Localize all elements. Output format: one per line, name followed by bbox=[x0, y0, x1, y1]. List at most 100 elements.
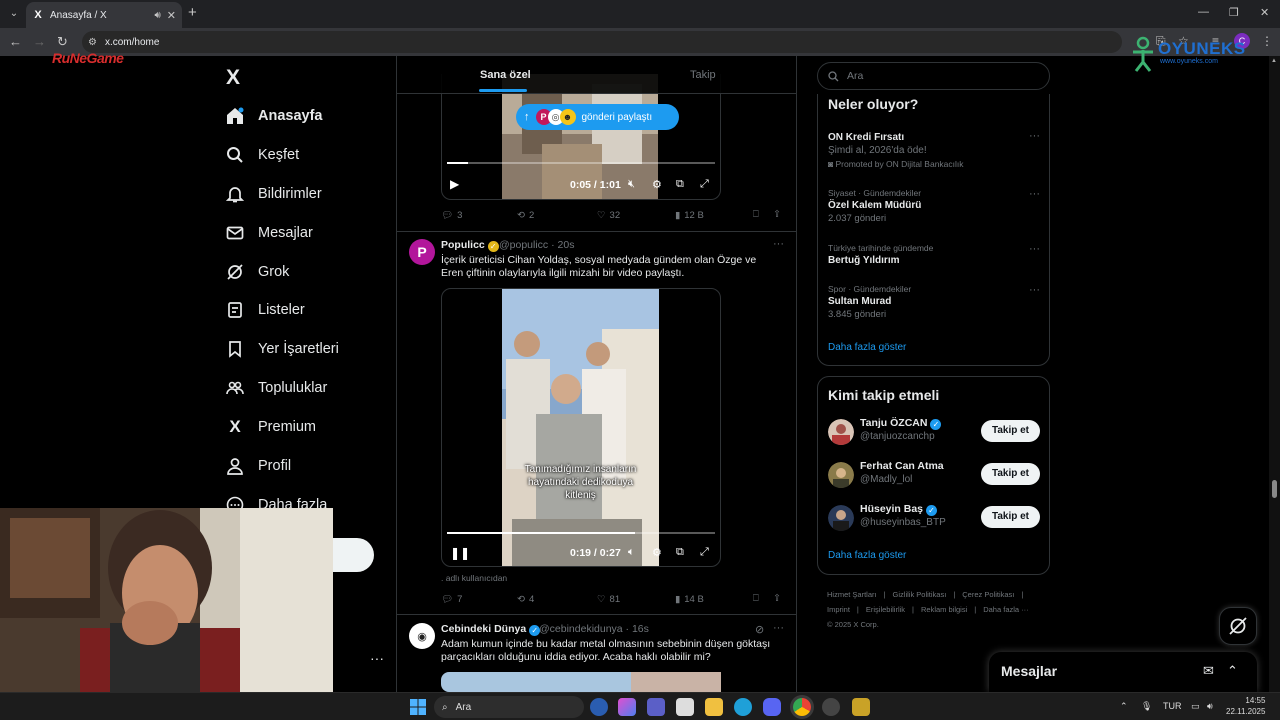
trend-item[interactable]: ON Kredi Fırsatı Şimdi al, 2026'da öde! … bbox=[828, 130, 1040, 169]
taskbar-search[interactable]: ⌕ Ara bbox=[434, 696, 584, 718]
nav-item-notifications[interactable]: Bildirimler bbox=[226, 182, 322, 206]
footer-link[interactable]: Imprint bbox=[827, 605, 850, 614]
show-more-link[interactable]: Daha fazla göster bbox=[828, 550, 906, 561]
copilot-icon[interactable] bbox=[618, 698, 636, 716]
follow-button[interactable]: Takip et bbox=[981, 463, 1040, 485]
tweet-handle[interactable]: @populicc · 20s bbox=[499, 239, 574, 251]
windows-start-icon[interactable] bbox=[410, 699, 426, 715]
speaker-icon[interactable]: 🔊︎ bbox=[154, 10, 160, 21]
share-icon[interactable]: ⇪ bbox=[773, 209, 781, 220]
taskbar-app-icon[interactable] bbox=[590, 698, 608, 716]
show-more-link[interactable]: Daha fazla göster bbox=[828, 342, 906, 353]
volume-icon[interactable]: 🔈︎ bbox=[628, 546, 635, 559]
account-more-icon[interactable]: ··· bbox=[370, 650, 384, 666]
nav-item-premium[interactable]: X Premium bbox=[226, 415, 316, 439]
scrollbar-thumb[interactable] bbox=[1272, 480, 1277, 498]
nav-item-explore[interactable]: Keşfet bbox=[226, 143, 299, 167]
share-icon[interactable]: ⇪ bbox=[773, 593, 781, 604]
expand-up-icon[interactable]: ⌃ bbox=[1227, 663, 1238, 679]
nav-item-home[interactable]: Anasayfa bbox=[226, 104, 322, 128]
edge-icon[interactable] bbox=[734, 698, 752, 716]
tweet-more-icon[interactable]: ··· bbox=[773, 622, 784, 634]
forward-arrow-icon[interactable]: → bbox=[33, 34, 46, 50]
bookmark-action-icon[interactable]: ⎕ bbox=[753, 209, 759, 220]
nav-item-messages[interactable]: Mesajlar bbox=[226, 221, 313, 245]
browser-tab-active[interactable]: X Anasayfa / X 🔊︎ ✕ bbox=[26, 2, 182, 28]
picture-in-picture-icon[interactable]: ⧉ bbox=[676, 546, 684, 559]
tweet-more-icon[interactable]: ··· bbox=[773, 238, 784, 250]
grok-explain-icon[interactable]: ⊘ bbox=[755, 623, 764, 636]
language-indicator[interactable]: TUR bbox=[1163, 701, 1182, 711]
follow-suggestion[interactable]: Tanju ÖZCAN ✓ @tanjuozcanchp Takip et bbox=[828, 417, 1040, 449]
trend-more-icon[interactable]: ··· bbox=[1029, 130, 1040, 142]
reply-action[interactable]: 💬︎ 7 bbox=[441, 594, 462, 605]
follow-button[interactable]: Takip et bbox=[981, 506, 1040, 528]
network-icon[interactable]: ▭ bbox=[1191, 701, 1200, 712]
trend-item[interactable]: Siyaset · Gündemdekiler Özel Kalem Müdür… bbox=[828, 188, 1040, 224]
mute-icon[interactable]: 🔇︎ bbox=[628, 178, 635, 191]
tweet-handle[interactable]: @cebindekidunya · 16s bbox=[539, 623, 649, 635]
tab-search-icon[interactable]: ⌄ bbox=[6, 5, 22, 21]
microphone-icon[interactable]: 🎙︎ bbox=[1141, 701, 1152, 712]
reload-icon[interactable]: ↻ bbox=[57, 34, 68, 50]
search-input[interactable]: Ara bbox=[817, 62, 1050, 90]
like-action[interactable]: ♡ 32 bbox=[597, 210, 620, 221]
tab-following[interactable]: Takip bbox=[690, 69, 716, 81]
like-action[interactable]: ♡ 81 bbox=[597, 594, 620, 605]
tab-close-icon[interactable]: ✕ bbox=[167, 9, 176, 22]
messages-drawer[interactable]: Mesajlar ✉ ⌃ bbox=[989, 652, 1257, 692]
new-posts-pill[interactable]: ↑ P ◎ ☻ gönderi paylaştı bbox=[516, 104, 679, 130]
store-icon[interactable] bbox=[676, 698, 694, 716]
tweet-author-name[interactable]: Cebindeki Dünya ✓ bbox=[441, 623, 541, 636]
scroll-up-icon[interactable]: ▲ bbox=[1271, 58, 1277, 64]
repost-action[interactable]: ⟲ 2 bbox=[517, 210, 534, 221]
taskbar-clock[interactable]: 14:55 22.11.2025 bbox=[1226, 695, 1265, 717]
footer-link[interactable]: Gizlilik Politikası bbox=[893, 590, 947, 599]
volume-icon[interactable]: 🔊︎ bbox=[1207, 701, 1213, 712]
minimize-button[interactable]: — bbox=[1198, 6, 1209, 18]
address-bar[interactable]: ⚙ x.com/home bbox=[82, 31, 1122, 53]
video-progress-bar[interactable] bbox=[447, 162, 715, 164]
pause-icon[interactable]: ❚❚ bbox=[450, 546, 470, 560]
trend-item[interactable]: Spor · Gündemdekiler Sultan Murad 3.845 … bbox=[828, 284, 1040, 320]
trend-more-icon[interactable]: ··· bbox=[1029, 188, 1040, 200]
follow-suggestion[interactable]: Hüseyin Baş ✓ @huseyinbas_BTP Takip et bbox=[828, 503, 1040, 535]
settings-gear-icon[interactable]: ⚙ bbox=[652, 178, 662, 191]
new-tab-button[interactable]: + bbox=[188, 5, 197, 21]
views-action[interactable]: ▮ 14 B bbox=[675, 594, 704, 605]
picture-in-picture-icon[interactable]: ⧉ bbox=[676, 178, 684, 191]
settings-gear-icon[interactable]: ⚙ bbox=[652, 546, 662, 559]
chrome-icon[interactable] bbox=[793, 698, 811, 716]
footer-link[interactable]: Çerez Politikası bbox=[962, 590, 1014, 599]
nav-item-bookmarks[interactable]: Yer İşaretleri bbox=[226, 337, 339, 361]
follow-button[interactable]: Takip et bbox=[981, 420, 1040, 442]
repost-action[interactable]: ⟲ 4 bbox=[517, 594, 534, 605]
file-explorer-icon[interactable] bbox=[705, 698, 723, 716]
page-scrollbar[interactable]: ▲ bbox=[1269, 56, 1280, 692]
tweet-avatar[interactable]: P bbox=[409, 239, 435, 265]
follow-suggestion[interactable]: Ferhat Can Atma @Madly_lol Takip et bbox=[828, 460, 1040, 492]
tweet-avatar[interactable]: ◉ bbox=[409, 623, 435, 649]
back-arrow-icon[interactable]: ← bbox=[9, 34, 22, 50]
play-icon[interactable]: ▶ bbox=[450, 177, 459, 191]
browser-menu-icon[interactable]: ⋮ bbox=[1261, 34, 1273, 48]
video-progress-bar[interactable] bbox=[447, 532, 715, 534]
tweet-author-name[interactable]: Populicc ✓ bbox=[441, 239, 499, 252]
bookmark-action-icon[interactable]: ⎕ bbox=[753, 593, 759, 604]
nav-item-lists[interactable]: Listeler bbox=[226, 298, 305, 322]
close-window-button[interactable]: ✕ bbox=[1260, 6, 1269, 19]
nav-item-grok[interactable]: Grok bbox=[226, 260, 289, 284]
tweet2-video[interactable]: Tanımadığımız insanların hayatındaki ded… bbox=[441, 288, 721, 567]
new-message-icon[interactable]: ✉ bbox=[1203, 663, 1214, 679]
obs-icon[interactable] bbox=[822, 698, 840, 716]
views-action[interactable]: ▮ 12 B bbox=[675, 210, 704, 221]
fullscreen-icon[interactable]: ⤢ bbox=[700, 178, 709, 191]
reply-action[interactable]: 💬︎ 3 bbox=[441, 210, 462, 221]
grok-fab-button[interactable] bbox=[1219, 607, 1257, 645]
footer-link[interactable]: Reklam bilgisi bbox=[921, 605, 967, 614]
footer-link[interactable]: Erişilebilirlik bbox=[866, 605, 905, 614]
tray-expand-icon[interactable]: ⌃ bbox=[1120, 701, 1128, 712]
nav-item-communities[interactable]: Topluluklar bbox=[226, 376, 327, 400]
trend-more-icon[interactable]: ··· bbox=[1029, 243, 1040, 255]
fullscreen-icon[interactable]: ⤢ bbox=[700, 546, 709, 559]
